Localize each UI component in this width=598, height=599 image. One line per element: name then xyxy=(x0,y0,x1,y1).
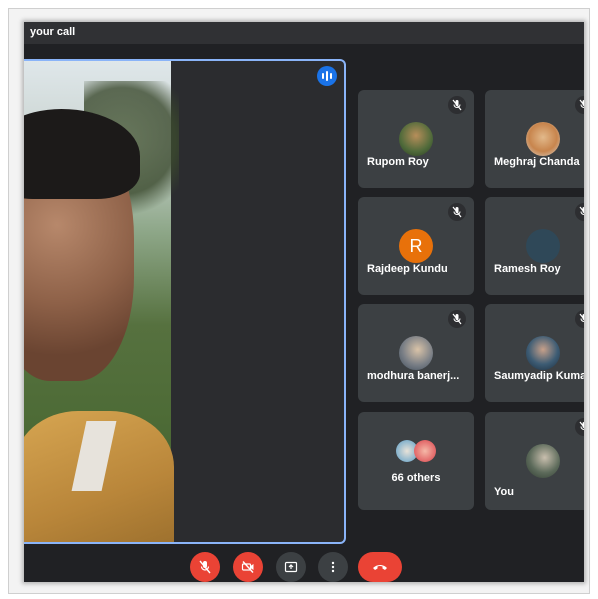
mic-off-icon xyxy=(575,418,584,436)
others-count-label: 66 others xyxy=(391,472,441,484)
mic-off-icon xyxy=(575,203,584,221)
mic-off-icon xyxy=(448,96,466,114)
avatar xyxy=(399,336,433,370)
participant-tile-saumyadip[interactable]: Saumyadip Kuma xyxy=(485,304,584,402)
top-banner: your call xyxy=(24,22,584,44)
end-call-button[interactable] xyxy=(358,552,402,582)
present-button[interactable] xyxy=(276,552,306,582)
participant-name: Saumyadip Kuma xyxy=(494,370,584,382)
participant-name: You xyxy=(494,486,514,498)
call-controls xyxy=(24,552,584,582)
mic-off-icon xyxy=(199,560,211,574)
participant-name: modhura banerj... xyxy=(367,370,460,382)
participant-tile-you[interactable]: You xyxy=(485,412,584,510)
call-end-icon xyxy=(373,565,387,570)
participant-name: Rajdeep Kundu xyxy=(367,263,448,275)
camera-off-icon xyxy=(241,561,254,573)
participant-tile-modhura[interactable]: modhura banerj... xyxy=(358,304,474,402)
more-vert-icon xyxy=(331,561,335,573)
participant-tile-rupom-roy[interactable]: Rupom Roy xyxy=(358,90,474,188)
participant-tile-others[interactable]: 66 others xyxy=(358,412,474,510)
present-screen-icon xyxy=(284,561,298,573)
participant-tile-ramesh-roy[interactable]: Ramesh Roy xyxy=(485,197,584,295)
others-avatar-2 xyxy=(414,440,436,462)
banner-text: your call xyxy=(30,26,76,38)
participant-name: Ramesh Roy xyxy=(494,263,561,275)
participant-name: Rupom Roy xyxy=(367,156,429,168)
mic-off-icon xyxy=(448,310,466,328)
mic-toggle-button[interactable] xyxy=(190,552,220,582)
avatar xyxy=(526,336,560,370)
main-speaker-tile[interactable] xyxy=(24,59,346,544)
avatar xyxy=(526,444,560,478)
more-options-button[interactable] xyxy=(318,552,348,582)
meet-window: your call Rupom Roy Meghraj Chanda R Raj… xyxy=(24,22,584,582)
avatar xyxy=(399,122,433,156)
mic-off-icon xyxy=(575,96,584,114)
avatar xyxy=(526,122,560,156)
camera-toggle-button[interactable] xyxy=(233,552,263,582)
audio-level-icon xyxy=(317,66,337,86)
participant-name: Meghraj Chanda xyxy=(494,156,580,168)
avatar xyxy=(526,229,560,263)
avatar-initial: R xyxy=(399,229,433,263)
mic-off-icon xyxy=(575,310,584,328)
participant-tile-rajdeep-kundu[interactable]: R Rajdeep Kundu xyxy=(358,197,474,295)
participant-tile-meghraj-chanda[interactable]: Meghraj Chanda xyxy=(485,90,584,188)
mic-off-icon xyxy=(448,203,466,221)
speaker-video xyxy=(24,61,179,542)
